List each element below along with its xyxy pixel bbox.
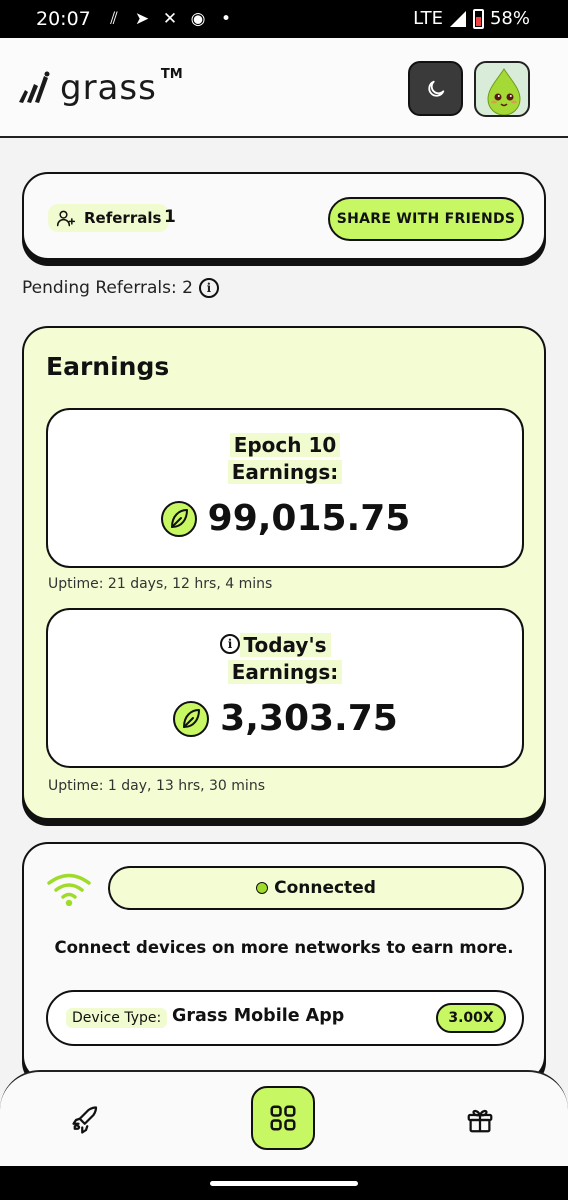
nav-rocket-button[interactable] [66, 1100, 106, 1140]
notification-icons: ⫽ ➤ ✕ ◉ • [104, 9, 236, 29]
nav-dashboard-button[interactable] [251, 1086, 315, 1150]
nav-gift-button[interactable] [460, 1100, 500, 1140]
app-header: grass TM [0, 38, 568, 138]
pending-referrals: Pending Referrals: 2 i [22, 278, 219, 298]
mascot-icon [487, 68, 521, 115]
status-bar: 20:07 ⫽ ➤ ✕ ◉ • LTE 58% [0, 0, 568, 38]
status-time: 20:07 [36, 8, 91, 30]
status-right: LTE 58% [413, 8, 530, 29]
connection-card: Connected Connect devices on more networ… [22, 842, 546, 1082]
speaker-icon: ◉ [190, 9, 206, 29]
battery-icon [472, 8, 484, 29]
dot-icon: • [220, 9, 232, 29]
grid-icon [270, 1105, 296, 1131]
gift-icon [467, 1109, 493, 1133]
grass-token-icon [160, 500, 197, 537]
epoch-label-line1: Epoch 10 [229, 433, 341, 457]
gesture-bar[interactable] [0, 1166, 568, 1200]
today-earnings-value: 3,303.75 [220, 698, 398, 739]
wifi-icon [47, 873, 91, 906]
today-label-line1: Today's [239, 633, 331, 657]
bottom-nav [0, 1070, 568, 1166]
device-type-value: Grass Mobile App [172, 1006, 345, 1026]
earnings-title: Earnings [46, 352, 170, 381]
signal-icon [449, 10, 466, 27]
network-label: LTE [413, 8, 443, 29]
device-type-row: Device Type: Grass Mobile App 3.00X [46, 990, 524, 1046]
logo-text: grass [60, 68, 157, 108]
theme-toggle-button[interactable] [408, 61, 463, 116]
today-earnings-box: i Today's Earnings: 3,303.75 [46, 608, 524, 768]
grass-logo: grass TM [16, 66, 183, 108]
multiplier-badge: 3.00X [436, 1003, 506, 1033]
today-earnings-label: Today's Earnings: [48, 632, 522, 686]
referrals-card: Referrals 1 SHARE WITH FRIENDS [22, 172, 546, 260]
referrals-chip: Referrals [48, 204, 170, 232]
epoch-earnings-label: Epoch 10 Earnings: [48, 432, 522, 486]
device-type-label: Device Type: [66, 1008, 168, 1028]
today-label-line2: Earnings: [227, 660, 343, 684]
info-icon[interactable]: i [198, 278, 219, 298]
epoch-earnings-value-row: 99,015.75 [48, 498, 522, 539]
grass-logo-icon [19, 71, 50, 103]
pending-referrals-text: Pending Referrals: 2 [22, 278, 193, 298]
logo-trademark: TM [160, 66, 183, 82]
today-earnings-value-row: 3,303.75 [48, 698, 522, 739]
telegram-icon: ➤ [134, 9, 150, 29]
referrals-label: Referrals [84, 209, 162, 227]
referrals-count: 1 [164, 207, 176, 227]
connection-status: Connected [274, 878, 376, 898]
epoch-uptime: Uptime: 21 days, 12 hrs, 4 mins [48, 576, 273, 592]
connection-message: Connect devices on more networks to earn… [54, 938, 514, 957]
epoch-earnings-value: 99,015.75 [207, 498, 411, 539]
connected-dot-icon [256, 882, 269, 894]
today-uptime: Uptime: 1 day, 13 hrs, 30 mins [48, 778, 265, 794]
connection-status-pill: Connected [108, 866, 524, 910]
grass-notif-icon: ⫽ [110, 9, 118, 29]
add-user-icon [56, 210, 76, 227]
share-with-friends-button[interactable]: SHARE WITH FRIENDS [328, 197, 524, 241]
rocket-icon [72, 1106, 98, 1134]
moon-icon [427, 80, 444, 97]
epoch-earnings-box: Epoch 10 Earnings: 99,015.75 [46, 408, 524, 568]
battery-label: 58% [489, 8, 530, 29]
earnings-card: Earnings Epoch 10 Earnings: 99,015.75 Up… [22, 326, 546, 820]
epoch-label-line2: Earnings: [227, 460, 343, 484]
grass-token-icon [173, 700, 210, 737]
x-icon: ✕ [162, 9, 178, 29]
avatar[interactable] [474, 61, 530, 117]
